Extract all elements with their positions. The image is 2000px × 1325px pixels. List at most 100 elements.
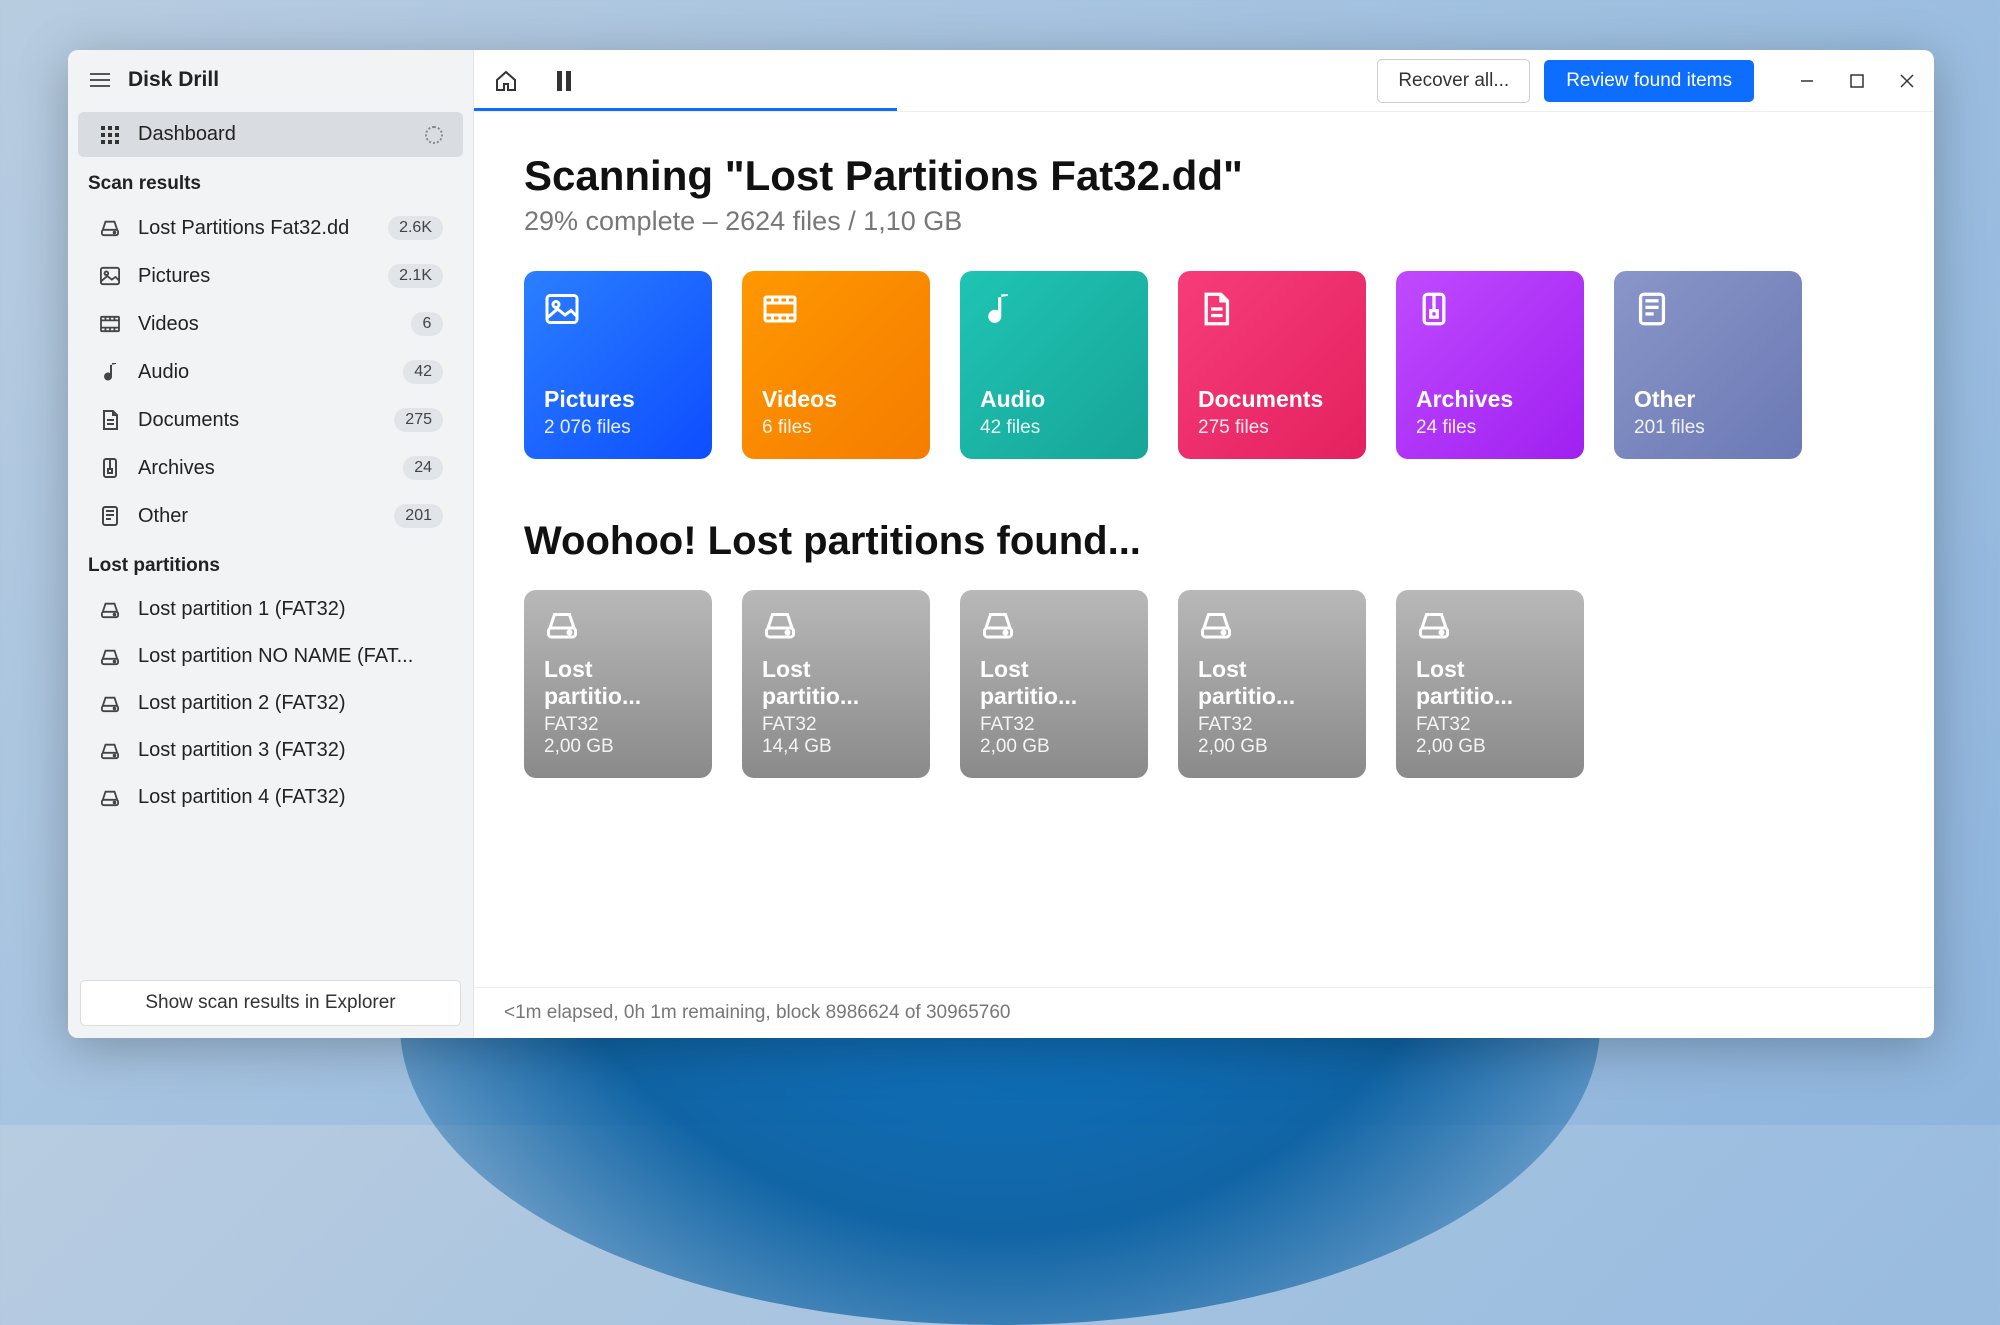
close-icon[interactable] (1898, 72, 1916, 90)
sidebar-item-count: 275 (394, 408, 443, 432)
maximize-icon[interactable] (1848, 72, 1866, 90)
sidebar-item-other[interactable]: Other201 (78, 493, 463, 539)
sidebar-item-dashboard[interactable]: Dashboard (78, 112, 463, 157)
tile-title: Videos (762, 386, 910, 413)
tile-partition[interactable]: Lost partitio...FAT322,00 GB (524, 590, 712, 778)
sidebar-item-lost-partition[interactable]: Lost partition 1 (FAT32) (78, 587, 463, 632)
tile-size: 2,00 GB (544, 736, 692, 758)
tile-partition[interactable]: Lost partitio...FAT3214,4 GB (742, 590, 930, 778)
disk-icon (980, 610, 1128, 654)
sidebar-item-label: Videos (138, 313, 395, 336)
tile-title: Documents (1198, 386, 1346, 413)
pause-icon[interactable] (550, 67, 578, 95)
tile-documents[interactable]: Documents 275 files (1178, 271, 1366, 459)
sidebar-item-label: Lost partition 2 (FAT32) (138, 692, 443, 715)
sidebar-item-label: Audio (138, 361, 387, 384)
disk-icon (98, 219, 122, 237)
tile-videos[interactable]: Videos 6 files (742, 271, 930, 459)
other-icon (98, 505, 122, 527)
app-window: Disk Drill Dashboard Scan results Lost P… (68, 50, 1934, 1038)
sidebar-header: Disk Drill (68, 50, 473, 110)
tile-title: Lost partitio... (762, 656, 910, 710)
category-tiles: Pictures 2 076 files Videos 6 files Audio 42 … (524, 271, 1884, 459)
tile-title: Lost partitio... (1416, 656, 1564, 710)
archive-icon (1416, 291, 1564, 335)
audio-icon (980, 291, 1128, 335)
tile-count: 275 files (1198, 417, 1346, 439)
sidebar-item-lost-partitions-fat32-dd[interactable]: Lost Partitions Fat32.dd 2.6K (78, 205, 463, 251)
video-icon (98, 315, 122, 333)
tile-partition[interactable]: Lost partitio... FAT322,00 GB (1178, 590, 1366, 778)
disk-icon (1198, 610, 1346, 654)
sidebar: Disk Drill Dashboard Scan results Lost P… (68, 50, 474, 1038)
tile-archives[interactable]: Archives24 files (1396, 271, 1584, 459)
sidebar-item-count: 2.1K (388, 264, 443, 288)
toolbar: Recover all... Review found items (474, 50, 1934, 112)
tile-audio[interactable]: Audio 42 files (960, 271, 1148, 459)
sidebar-item-archives[interactable]: Archives24 (78, 445, 463, 491)
tile-size: 14,4 GB (762, 736, 910, 758)
tile-pictures[interactable]: Pictures 2 076 files (524, 271, 712, 459)
home-icon[interactable] (492, 67, 520, 95)
tile-count: 42 files (980, 417, 1128, 439)
scan-progress-bar (474, 108, 897, 111)
audio-icon (98, 361, 122, 383)
sidebar-item-documents[interactable]: Documents275 (78, 397, 463, 443)
sidebar-item-label: Pictures (138, 265, 372, 288)
disk-icon (1416, 610, 1564, 654)
sidebar-item-lost-partition[interactable]: Lost partition 2 (FAT32) (78, 681, 463, 726)
sidebar-item-label: Lost partition 3 (FAT32) (138, 739, 443, 762)
tile-title: Pictures (544, 386, 692, 413)
partition-tiles: Lost partitio...FAT322,00 GBLost partiti… (524, 590, 1884, 778)
video-icon (762, 291, 910, 335)
sidebar-item-lost-partition[interactable]: Lost partition 3 (FAT32) (78, 728, 463, 773)
status-bar: <1m elapsed, 0h 1m remaining, block 8986… (474, 987, 1934, 1038)
sidebar-section-lost: Lost partitions (68, 541, 473, 585)
sidebar-item-label: Archives (138, 457, 387, 480)
tile-title: Lost partitio... (544, 656, 692, 710)
tile-fs: FAT32 (1198, 714, 1346, 736)
sidebar-item-videos[interactable]: Videos6 (78, 301, 463, 347)
disk-icon (98, 742, 122, 760)
sidebar-item-count: 2.6K (388, 216, 443, 240)
menu-icon[interactable] (90, 73, 110, 87)
sidebar-item-label: Dashboard (138, 123, 409, 146)
sidebar-item-label: Lost partition 1 (FAT32) (138, 598, 443, 621)
tile-title: Audio (980, 386, 1128, 413)
tile-other[interactable]: Other201 files (1614, 271, 1802, 459)
loading-spinner-icon (425, 126, 443, 144)
tile-size: 2,00 GB (1198, 736, 1346, 758)
image-icon (98, 266, 122, 286)
main-panel: Recover all... Review found items Scanni… (474, 50, 1934, 1038)
sidebar-item-label: Lost partition 4 (FAT32) (138, 786, 443, 809)
sidebar-item-count: 42 (403, 360, 443, 384)
sidebar-item-pictures[interactable]: Pictures 2.1K (78, 253, 463, 299)
tile-title: Lost partitio... (1198, 656, 1346, 710)
sidebar-item-count: 201 (394, 504, 443, 528)
tile-fs: FAT32 (980, 714, 1128, 736)
tile-size: 2,00 GB (1416, 736, 1564, 758)
sidebar-item-label: Lost Partitions Fat32.dd (138, 217, 372, 240)
tile-partition[interactable]: Lost partitio...FAT322,00 GB (960, 590, 1148, 778)
tile-title: Lost partitio... (980, 656, 1128, 710)
review-found-items-button[interactable]: Review found items (1544, 60, 1754, 102)
tile-fs: FAT32 (1416, 714, 1564, 736)
tile-partition[interactable]: Lost partitio... FAT322,00 GB (1396, 590, 1584, 778)
disk-icon (98, 789, 122, 807)
sidebar-section-scan: Scan results (68, 159, 473, 203)
sidebar-item-lost-partition[interactable]: Lost partition NO NAME (FAT... (78, 634, 463, 679)
show-in-explorer-button[interactable]: Show scan results in Explorer (80, 980, 461, 1026)
doc-icon (98, 409, 122, 431)
sidebar-item-lost-partition[interactable]: Lost partition 4 (FAT32) (78, 775, 463, 820)
sidebar-item-audio[interactable]: Audio 42 (78, 349, 463, 395)
tile-count: 24 files (1416, 417, 1564, 439)
tile-count: 2 076 files (544, 417, 692, 439)
tile-title: Other (1634, 386, 1782, 413)
archive-icon (98, 457, 122, 479)
recover-all-button[interactable]: Recover all... (1377, 59, 1530, 103)
disk-icon (98, 648, 122, 666)
tile-count: 6 files (762, 417, 910, 439)
disk-icon (544, 610, 692, 654)
minimize-icon[interactable] (1798, 72, 1816, 90)
disk-icon (762, 610, 910, 654)
